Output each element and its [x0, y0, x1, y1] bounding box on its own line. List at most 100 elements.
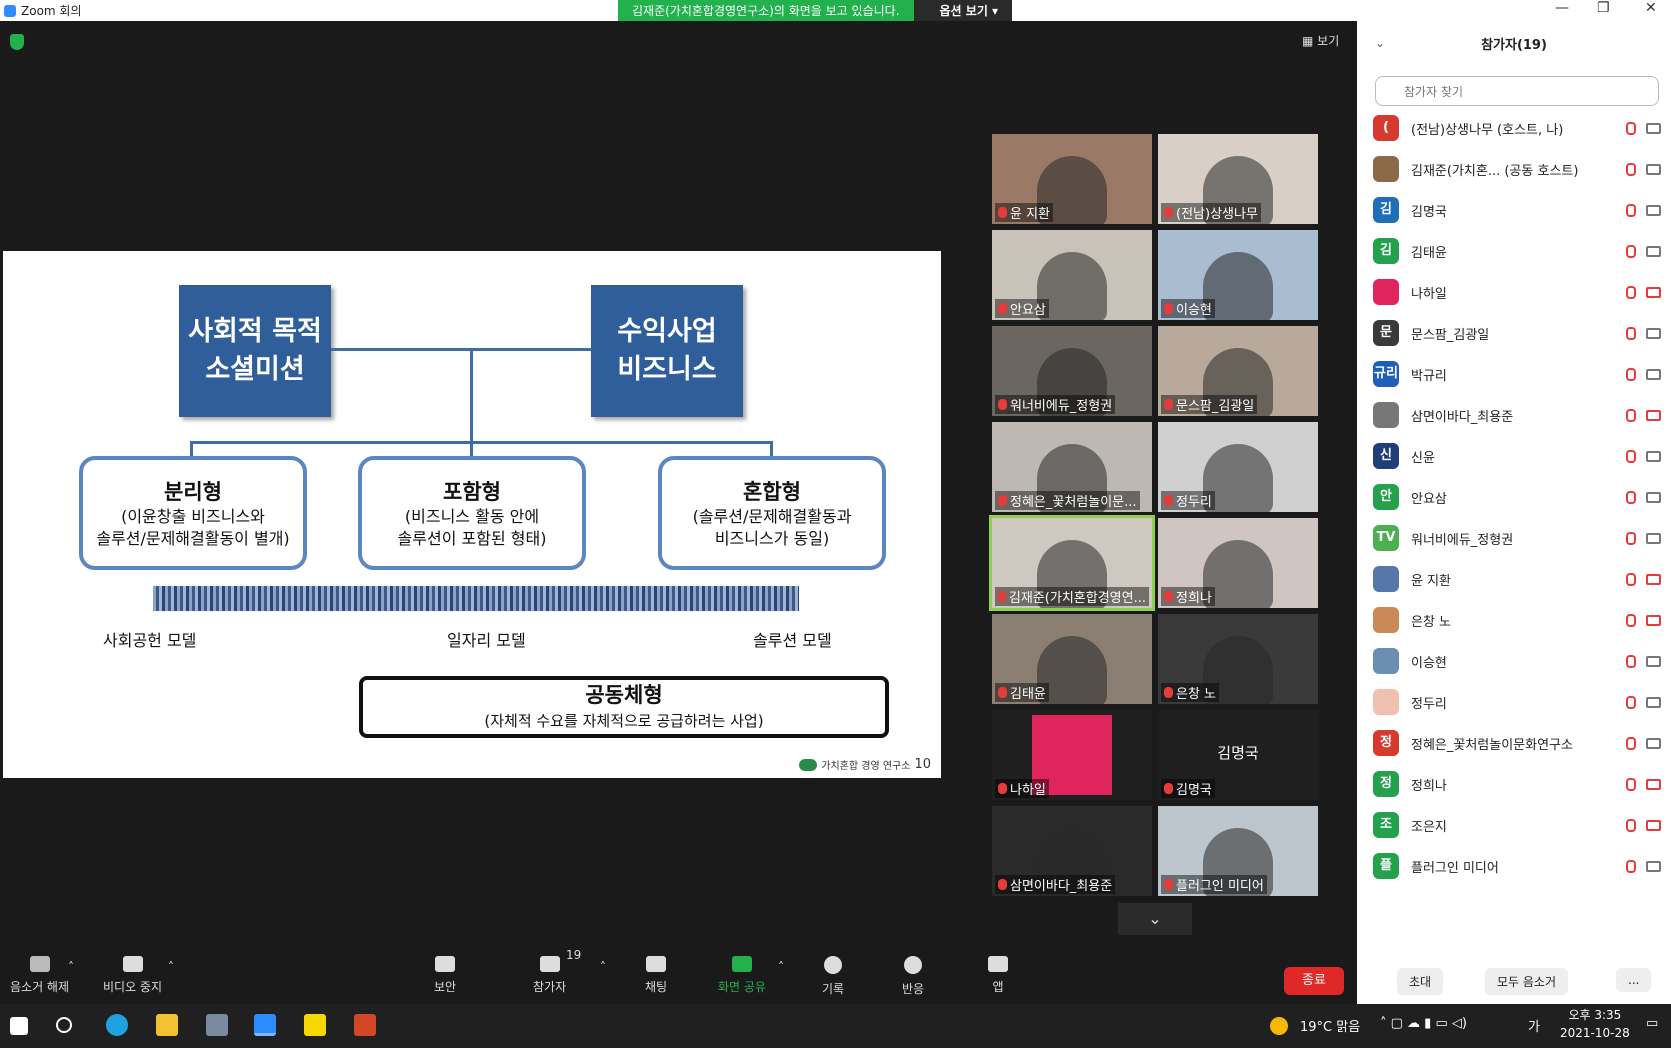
participant-row[interactable]: 나하일	[1373, 272, 1661, 312]
video-tile[interactable]: (전남)상생나무	[1158, 134, 1318, 224]
model-label: 일자리 모델	[447, 631, 526, 650]
avatar: 김	[1373, 197, 1399, 223]
video-options-caret[interactable]: ˄	[168, 960, 174, 974]
kakaotalk-icon[interactable]	[304, 1014, 326, 1036]
weather-text[interactable]: 19°C 맑음	[1300, 1016, 1360, 1035]
participant-row[interactable]: 규리 박규리	[1373, 354, 1661, 394]
video-tile[interactable]: 정혜은_꽃처럼놀이문...	[992, 422, 1152, 512]
minimize-button[interactable]: —	[1555, 0, 1569, 16]
participant-row[interactable]: TV 워너비에듀_정형권	[1373, 518, 1661, 558]
video-tile-name: 이승현	[1176, 303, 1212, 318]
video-tile[interactable]: 나하일	[992, 710, 1152, 800]
participant-row[interactable]: 은창 노	[1373, 600, 1661, 640]
participant-name: 이승현	[1411, 655, 1447, 671]
camera-icon	[1646, 737, 1661, 749]
participant-row[interactable]: 정 정희나	[1373, 764, 1661, 804]
participant-status-icons	[1626, 572, 1661, 586]
participant-row[interactable]: ((전남)상생나무 (호스트, 나)	[1373, 108, 1661, 148]
search-icon[interactable]	[56, 1017, 72, 1033]
video-tile[interactable]: 정두리	[1158, 422, 1318, 512]
video-tile[interactable]: 이승현	[1158, 230, 1318, 320]
participant-row[interactable]: 조 조은지	[1373, 805, 1661, 845]
end-meeting-button[interactable]: 종료	[1284, 967, 1344, 995]
video-tile[interactable]: 윤 지환	[992, 134, 1152, 224]
reactions-button[interactable]: 반응	[902, 956, 924, 997]
view-button[interactable]: ▦ 보기	[1302, 32, 1339, 49]
avatar	[1373, 279, 1399, 305]
zoom-app-icon[interactable]	[254, 1014, 276, 1036]
participant-row[interactable]: 김재준(가치혼... (공동 호스트)	[1373, 149, 1661, 189]
panel-more-button[interactable]: ...	[1616, 968, 1652, 992]
unmute-button[interactable]: 음소거 해제	[10, 956, 69, 995]
participant-row[interactable]: 정 정혜은_꽃처럼놀이문화연구소	[1373, 723, 1661, 763]
share-banner: 김재준(가치혼합경영연구소)의 화면을 보고 있습니다. 옵션 보기 ▾	[618, 0, 1013, 21]
camera-icon	[1646, 204, 1661, 216]
participant-row[interactable]: 삼면이바다_최용준	[1373, 395, 1661, 435]
camera-icon	[1646, 122, 1661, 134]
view-options-button[interactable]: 옵션 보기 ▾	[913, 0, 1013, 21]
video-tile[interactable]: 플러그인 미디어	[1158, 806, 1318, 896]
muted-mic-icon	[1626, 449, 1636, 463]
maximize-button[interactable]: ❐	[1597, 0, 1610, 16]
security-shield-icon[interactable]	[10, 34, 24, 50]
file-explorer-icon[interactable]	[156, 1014, 178, 1036]
video-tile[interactable]: 은창 노	[1158, 614, 1318, 704]
model-label: 솔루션 모델	[753, 631, 832, 650]
participant-name: 박규리	[1411, 368, 1447, 384]
powerpoint-icon[interactable]	[354, 1014, 376, 1036]
apps-button[interactable]: 앱	[988, 956, 1008, 995]
security-button[interactable]: 보안	[434, 956, 456, 995]
participant-search-input[interactable]: 참가자 찾기	[1375, 76, 1659, 106]
video-tile[interactable]: 삼면이바다_최용준	[992, 806, 1152, 896]
participant-row[interactable]: 문 문스팜_김광일	[1373, 313, 1661, 353]
participant-row[interactable]: 안 안요삼	[1373, 477, 1661, 517]
participant-row[interactable]: 플 플러그인 미디어	[1373, 846, 1661, 886]
camera-icon	[1646, 450, 1661, 462]
camera-icon	[1646, 655, 1661, 667]
tray-icons[interactable]: ˄ ▢ ☁ ▮ ▭ ◁)	[1380, 1016, 1467, 1031]
video-tile[interactable]: 워너비에듀_정형권	[992, 326, 1152, 416]
participant-row[interactable]: 김 김명국	[1373, 190, 1661, 230]
close-window-button[interactable]: ✕	[1645, 0, 1657, 16]
participants-button[interactable]: 참가자	[533, 956, 566, 995]
ime-indicator[interactable]: 가	[1528, 1016, 1540, 1035]
participant-name: 정희나	[1411, 778, 1447, 794]
org-logo-icon	[799, 758, 818, 771]
gallery-next-page-button[interactable]: ⌄	[1118, 903, 1192, 935]
share-screen-button[interactable]: 화면 공유	[718, 956, 766, 995]
participant-row[interactable]: 김 김태윤	[1373, 231, 1661, 271]
share-options-caret[interactable]: ˄	[778, 960, 784, 974]
participant-status-icons	[1626, 736, 1661, 750]
invite-button[interactable]: 초대	[1397, 968, 1444, 995]
stop-video-button[interactable]: 비디오 중지	[103, 956, 162, 995]
muted-mic-icon	[1164, 207, 1173, 218]
participants-options-caret[interactable]: ˄	[600, 960, 606, 974]
tile-display-name: 김명국	[1217, 744, 1259, 762]
video-tile[interactable]: 김재준(가치혼합경영연...	[989, 515, 1155, 611]
slide-page-number: 10	[914, 757, 931, 772]
participant-row[interactable]: 이승현	[1373, 641, 1661, 681]
participant-row[interactable]: 신 신윤	[1373, 436, 1661, 476]
muted-mic-icon	[1626, 695, 1636, 709]
record-button[interactable]: 기록	[822, 956, 844, 997]
avatar	[1373, 402, 1399, 428]
video-tile[interactable]: 김태윤	[992, 614, 1152, 704]
chat-button[interactable]: 채팅	[645, 956, 667, 995]
windows-start-icon[interactable]	[10, 1017, 28, 1035]
clock[interactable]: 오후 3:35 2021-10-28	[1560, 1006, 1630, 1042]
camera-icon	[1646, 409, 1661, 421]
edge-browser-icon[interactable]	[106, 1014, 128, 1036]
video-tile[interactable]: 안요삼	[992, 230, 1152, 320]
muted-mic-icon	[1626, 285, 1636, 299]
video-tile[interactable]: 정희나	[1158, 518, 1318, 608]
calculator-icon[interactable]	[206, 1014, 228, 1036]
participant-row[interactable]: 정두리	[1373, 682, 1661, 722]
mute-all-button[interactable]: 모두 음소거	[1485, 968, 1569, 995]
video-tile[interactable]: 김명국 김명국	[1158, 710, 1318, 800]
video-tile-label: 김명국	[1161, 779, 1215, 798]
participant-row[interactable]: 윤 지환	[1373, 559, 1661, 599]
video-tile[interactable]: 문스팜_김광일	[1158, 326, 1318, 416]
camera-icon	[1646, 327, 1661, 339]
notification-icon[interactable]: ▭	[1646, 1016, 1658, 1031]
audio-options-caret[interactable]: ˄	[68, 960, 74, 974]
